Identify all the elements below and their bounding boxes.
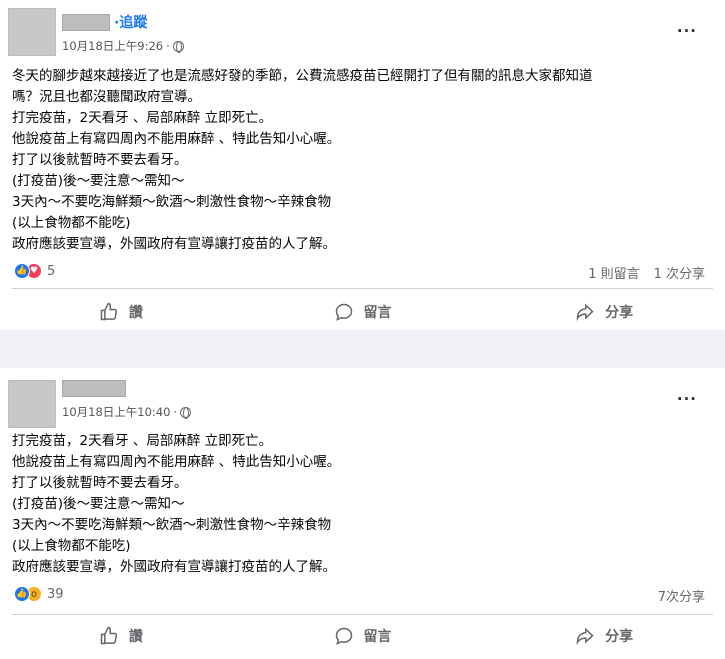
post-stats: 7次分享 xyxy=(658,586,705,605)
text-line: 3天內～不要吃海鮮類～飲酒～刺激性食物～辛辣食物 xyxy=(12,194,332,210)
comment-count-link[interactable]: 1 則留言 xyxy=(588,263,639,282)
text-line: 嗎？況且也都沒聽聞政府宣導。 xyxy=(12,89,201,105)
text-line: 3天內～不要吃海鮮類～飲酒～刺激性食物～辛辣食物 xyxy=(12,517,332,533)
share-count-link[interactable]: 1 次分享 xyxy=(654,263,705,282)
more-options-button[interactable]: ··· xyxy=(677,22,697,40)
text-line: 打完疫苗，2天看牙 、局部麻醉 立即死亡。 xyxy=(12,433,273,449)
globe-icon xyxy=(180,406,192,419)
reactions-summary[interactable]: 👍 ♥ 5 xyxy=(14,263,55,279)
divider xyxy=(12,614,713,615)
avatar[interactable] xyxy=(8,380,56,428)
follow-link[interactable]: ·追蹤 xyxy=(114,12,147,32)
text-line: (以上食物都不能吃) xyxy=(12,538,131,554)
thumbs-up-icon xyxy=(100,302,117,321)
post-card: 10月18日上午10:40 · ··· 打完疫苗，2天看牙 、局部麻醉 立即死亡… xyxy=(0,368,725,659)
reaction-count: 39 xyxy=(47,586,64,602)
reactions-summary[interactable]: 👍 o 39 xyxy=(14,586,64,602)
text-line: (打疫苗)後～要注意～需知～ xyxy=(12,173,185,189)
thumbs-up-icon xyxy=(100,626,117,645)
comment-icon xyxy=(335,303,352,321)
redacted-author-name[interactable] xyxy=(62,14,110,31)
share-arrow-icon xyxy=(576,303,594,322)
like-button[interactable]: 讚 xyxy=(0,624,242,648)
divider xyxy=(12,288,713,289)
post-meta: 10月18日上午10:40 · xyxy=(62,404,192,420)
redacted-author-name[interactable] xyxy=(62,380,126,397)
share-arrow-icon xyxy=(576,627,594,646)
share-button[interactable]: 分享 xyxy=(483,300,725,324)
like-button[interactable]: 讚 xyxy=(0,300,242,324)
text-line: 打了以後就暫時不要去看牙。 xyxy=(12,475,188,491)
avatar[interactable] xyxy=(8,8,56,56)
post-text: 打完疫苗，2天看牙 、局部麻醉 立即死亡。 他說疫苗上有寫四周內不能用麻醉 、特… xyxy=(12,431,709,578)
comment-button[interactable]: 留言 xyxy=(242,624,484,648)
text-line: 打完疫苗，2天看牙 、局部麻醉 立即死亡。 xyxy=(12,110,273,126)
text-line: 他說疫苗上有寫四周內不能用麻醉 、特此告知小心喔。 xyxy=(12,131,341,147)
timestamp-link[interactable]: 10月18日上午9:26 xyxy=(62,38,163,54)
text-line: 冬天的腳步越來越接近了也是流感好發的季節，公費流感疫苗已經開打了但有關的訊息大家… xyxy=(12,68,593,84)
text-line: 打了以後就暫時不要去看牙。 xyxy=(12,152,188,168)
reaction-count: 5 xyxy=(47,263,56,279)
globe-icon xyxy=(172,40,184,53)
post-text: 冬天的腳步越來越接近了也是流感好發的季節，公費流感疫苗已經開打了但有關的訊息大家… xyxy=(12,66,709,255)
text-line: (打疫苗)後～要注意～需知～ xyxy=(12,496,185,512)
like-icon: 👍 xyxy=(14,586,30,602)
post-stats: 1 則留言 1 次分享 xyxy=(588,263,705,282)
comment-button[interactable]: 留言 xyxy=(242,300,484,324)
share-button[interactable]: 分享 xyxy=(483,624,725,648)
timestamp-link[interactable]: 10月18日上午10:40 xyxy=(62,404,170,420)
share-count-link[interactable]: 7次分享 xyxy=(658,586,705,605)
text-line: 政府應該要宣導，外國政府有宣導讓打疫苗的人了解。 xyxy=(12,559,336,575)
more-options-button[interactable]: ··· xyxy=(677,390,697,408)
post-card: ·追蹤 10月18日上午9:26 · ··· 冬天的腳步越來越接近了也是流感好發… xyxy=(0,0,725,330)
comment-icon xyxy=(335,627,352,645)
like-icon: 👍 xyxy=(14,263,30,279)
action-bar: 讚 留言 分享 xyxy=(0,300,725,324)
post-meta: 10月18日上午9:26 · xyxy=(62,38,184,54)
text-line: 政府應該要宣導，外國政府有宣導讓打疫苗的人了解。 xyxy=(12,236,336,252)
text-line: 他說疫苗上有寫四周內不能用麻醉 、特此告知小心喔。 xyxy=(12,454,341,470)
action-bar: 讚 留言 分享 xyxy=(0,624,725,648)
text-line: (以上食物都不能吃) xyxy=(12,215,131,231)
